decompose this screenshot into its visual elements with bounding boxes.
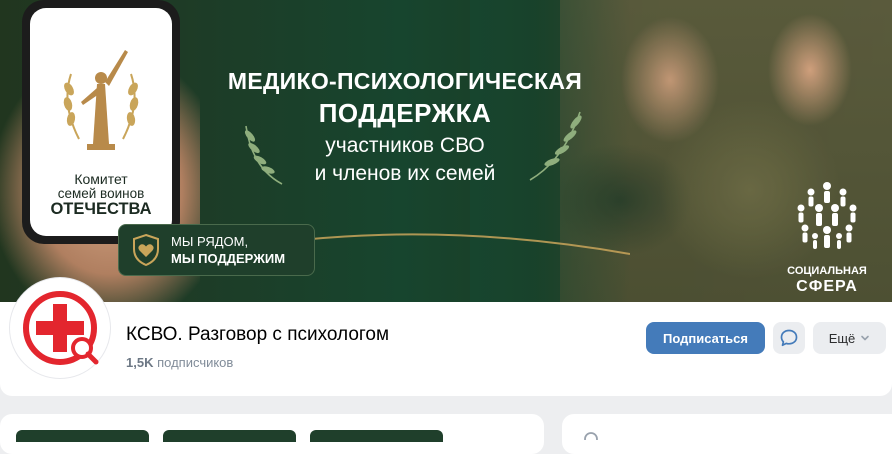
phone-image: Комитет семей воинов ОТЕЧЕСТВА bbox=[22, 0, 180, 244]
search-card bbox=[562, 414, 892, 454]
partner-line1: СОЦИАЛЬНАЯ bbox=[787, 265, 867, 277]
cover-headline: МЕДИКО-ПСИХОЛОГИЧЕСКАЯ ПОДДЕРЖКА участни… bbox=[200, 66, 610, 188]
red-cross-search-logo-icon bbox=[23, 291, 99, 365]
headline-line1: МЕДИКО-ПСИХОЛОГИЧЕСКАЯ bbox=[227, 68, 583, 94]
headline-line3: участников СВО bbox=[325, 134, 485, 157]
subscribe-button[interactable]: Подписаться bbox=[646, 322, 765, 354]
support-badge: МЫ РЯДОМ, МЫ ПОДДЕРЖИМ bbox=[118, 224, 315, 276]
badge-line1: МЫ РЯДОМ, bbox=[171, 234, 249, 249]
search-icon[interactable] bbox=[582, 430, 600, 440]
menu-tile[interactable] bbox=[163, 430, 296, 442]
menu-tiles bbox=[16, 430, 443, 442]
message-icon bbox=[780, 329, 798, 347]
badge-line2: МЫ ПОДДЕРЖИМ bbox=[171, 251, 286, 266]
menu-tile[interactable] bbox=[16, 430, 149, 442]
subscribers-count[interactable]: 1,5K подписчиков bbox=[126, 355, 233, 370]
group-name: КСВО. Разговор с психологом bbox=[126, 324, 390, 345]
cover-banner: Комитет семей воинов ОТЕЧЕСТВА МЕДИКО-ПС… bbox=[0, 0, 892, 302]
people-circle-icon bbox=[797, 182, 857, 249]
phone-text-line1: Комитет bbox=[74, 170, 128, 187]
group-avatar[interactable] bbox=[10, 278, 110, 378]
chevron-down-icon bbox=[861, 335, 870, 341]
phone-text-line2: семей воинов bbox=[57, 185, 145, 201]
message-button[interactable] bbox=[773, 322, 805, 354]
social-sphere-logo: СОЦИАЛЬНАЯ СФЕРА bbox=[778, 178, 876, 296]
more-label: Ещё bbox=[828, 330, 856, 346]
phone-text-line3: ОТЕЧЕСТВА bbox=[50, 199, 152, 218]
gold-sweep-decoration bbox=[300, 233, 630, 255]
more-button[interactable]: Ещё bbox=[813, 322, 886, 354]
headline-line2: ПОДДЕРЖКА bbox=[318, 98, 492, 128]
headline-line4: и членов их семей bbox=[314, 162, 496, 185]
shield-heart-icon bbox=[133, 233, 159, 267]
menu-tile[interactable] bbox=[310, 430, 443, 442]
motherland-statue-emblem-icon bbox=[63, 49, 139, 150]
partner-line2: СФЕРА bbox=[796, 278, 858, 295]
subscribers-number: 1,5K bbox=[126, 355, 154, 370]
subscribers-label: подписчиков bbox=[157, 355, 234, 370]
